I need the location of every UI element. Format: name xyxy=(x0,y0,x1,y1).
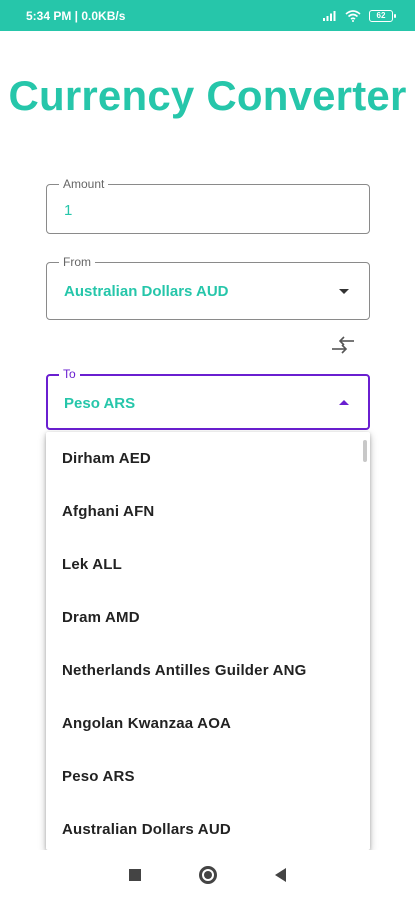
chevron-down-icon xyxy=(339,289,349,294)
battery-level: 62 xyxy=(376,10,386,20)
navigation-bar xyxy=(0,850,415,900)
to-label: To xyxy=(59,367,80,381)
amount-field[interactable]: Amount 1 xyxy=(46,177,370,234)
dropdown-item-all[interactable]: Lek ALL xyxy=(46,538,370,591)
recents-icon[interactable] xyxy=(129,869,141,881)
wifi-icon xyxy=(345,9,361,22)
status-bar: 5:34 PM | 0.0KB/s 62 xyxy=(0,0,415,31)
status-icons: 62 xyxy=(323,9,396,22)
swap-icon[interactable] xyxy=(330,334,356,356)
dropdown-item-amd[interactable]: Dram AMD xyxy=(46,591,370,644)
dropdown-item-aud[interactable]: Australian Dollars AUD xyxy=(46,803,370,850)
from-currency-select[interactable]: From Australian Dollars AUD xyxy=(46,255,370,320)
currency-dropdown-menu[interactable]: Dirham AED Afghani AFN Lek ALL Dram AMD … xyxy=(46,432,370,850)
scrollbar[interactable] xyxy=(363,440,367,462)
from-currency-value: Australian Dollars AUD xyxy=(64,283,229,300)
to-currency-value: Peso ARS xyxy=(64,395,136,412)
dropdown-item-ang[interactable]: Netherlands Antilles Guilder ANG xyxy=(46,644,370,697)
amount-label: Amount xyxy=(59,177,109,191)
home-icon[interactable] xyxy=(199,866,217,884)
amount-input[interactable]: 1 xyxy=(64,202,72,219)
status-time: 5:34 PM | 0.0KB/s xyxy=(26,8,126,23)
from-label: From xyxy=(59,255,95,269)
dropdown-item-aoa[interactable]: Angolan Kwanzaa AOA xyxy=(46,697,370,750)
chevron-up-icon xyxy=(339,400,349,405)
dropdown-item-aed[interactable]: Dirham AED xyxy=(46,432,370,485)
to-currency-select[interactable]: To Peso ARS xyxy=(46,367,370,430)
dropdown-item-ars[interactable]: Peso ARS xyxy=(46,750,370,803)
battery-icon: 62 xyxy=(369,9,396,22)
app-screen: 5:34 PM | 0.0KB/s 62 Currency Converter … xyxy=(0,0,415,900)
back-icon[interactable] xyxy=(275,868,286,882)
page-title: Currency Converter xyxy=(8,72,407,119)
dropdown-item-afn[interactable]: Afghani AFN xyxy=(46,485,370,538)
signal-icon xyxy=(323,11,336,21)
